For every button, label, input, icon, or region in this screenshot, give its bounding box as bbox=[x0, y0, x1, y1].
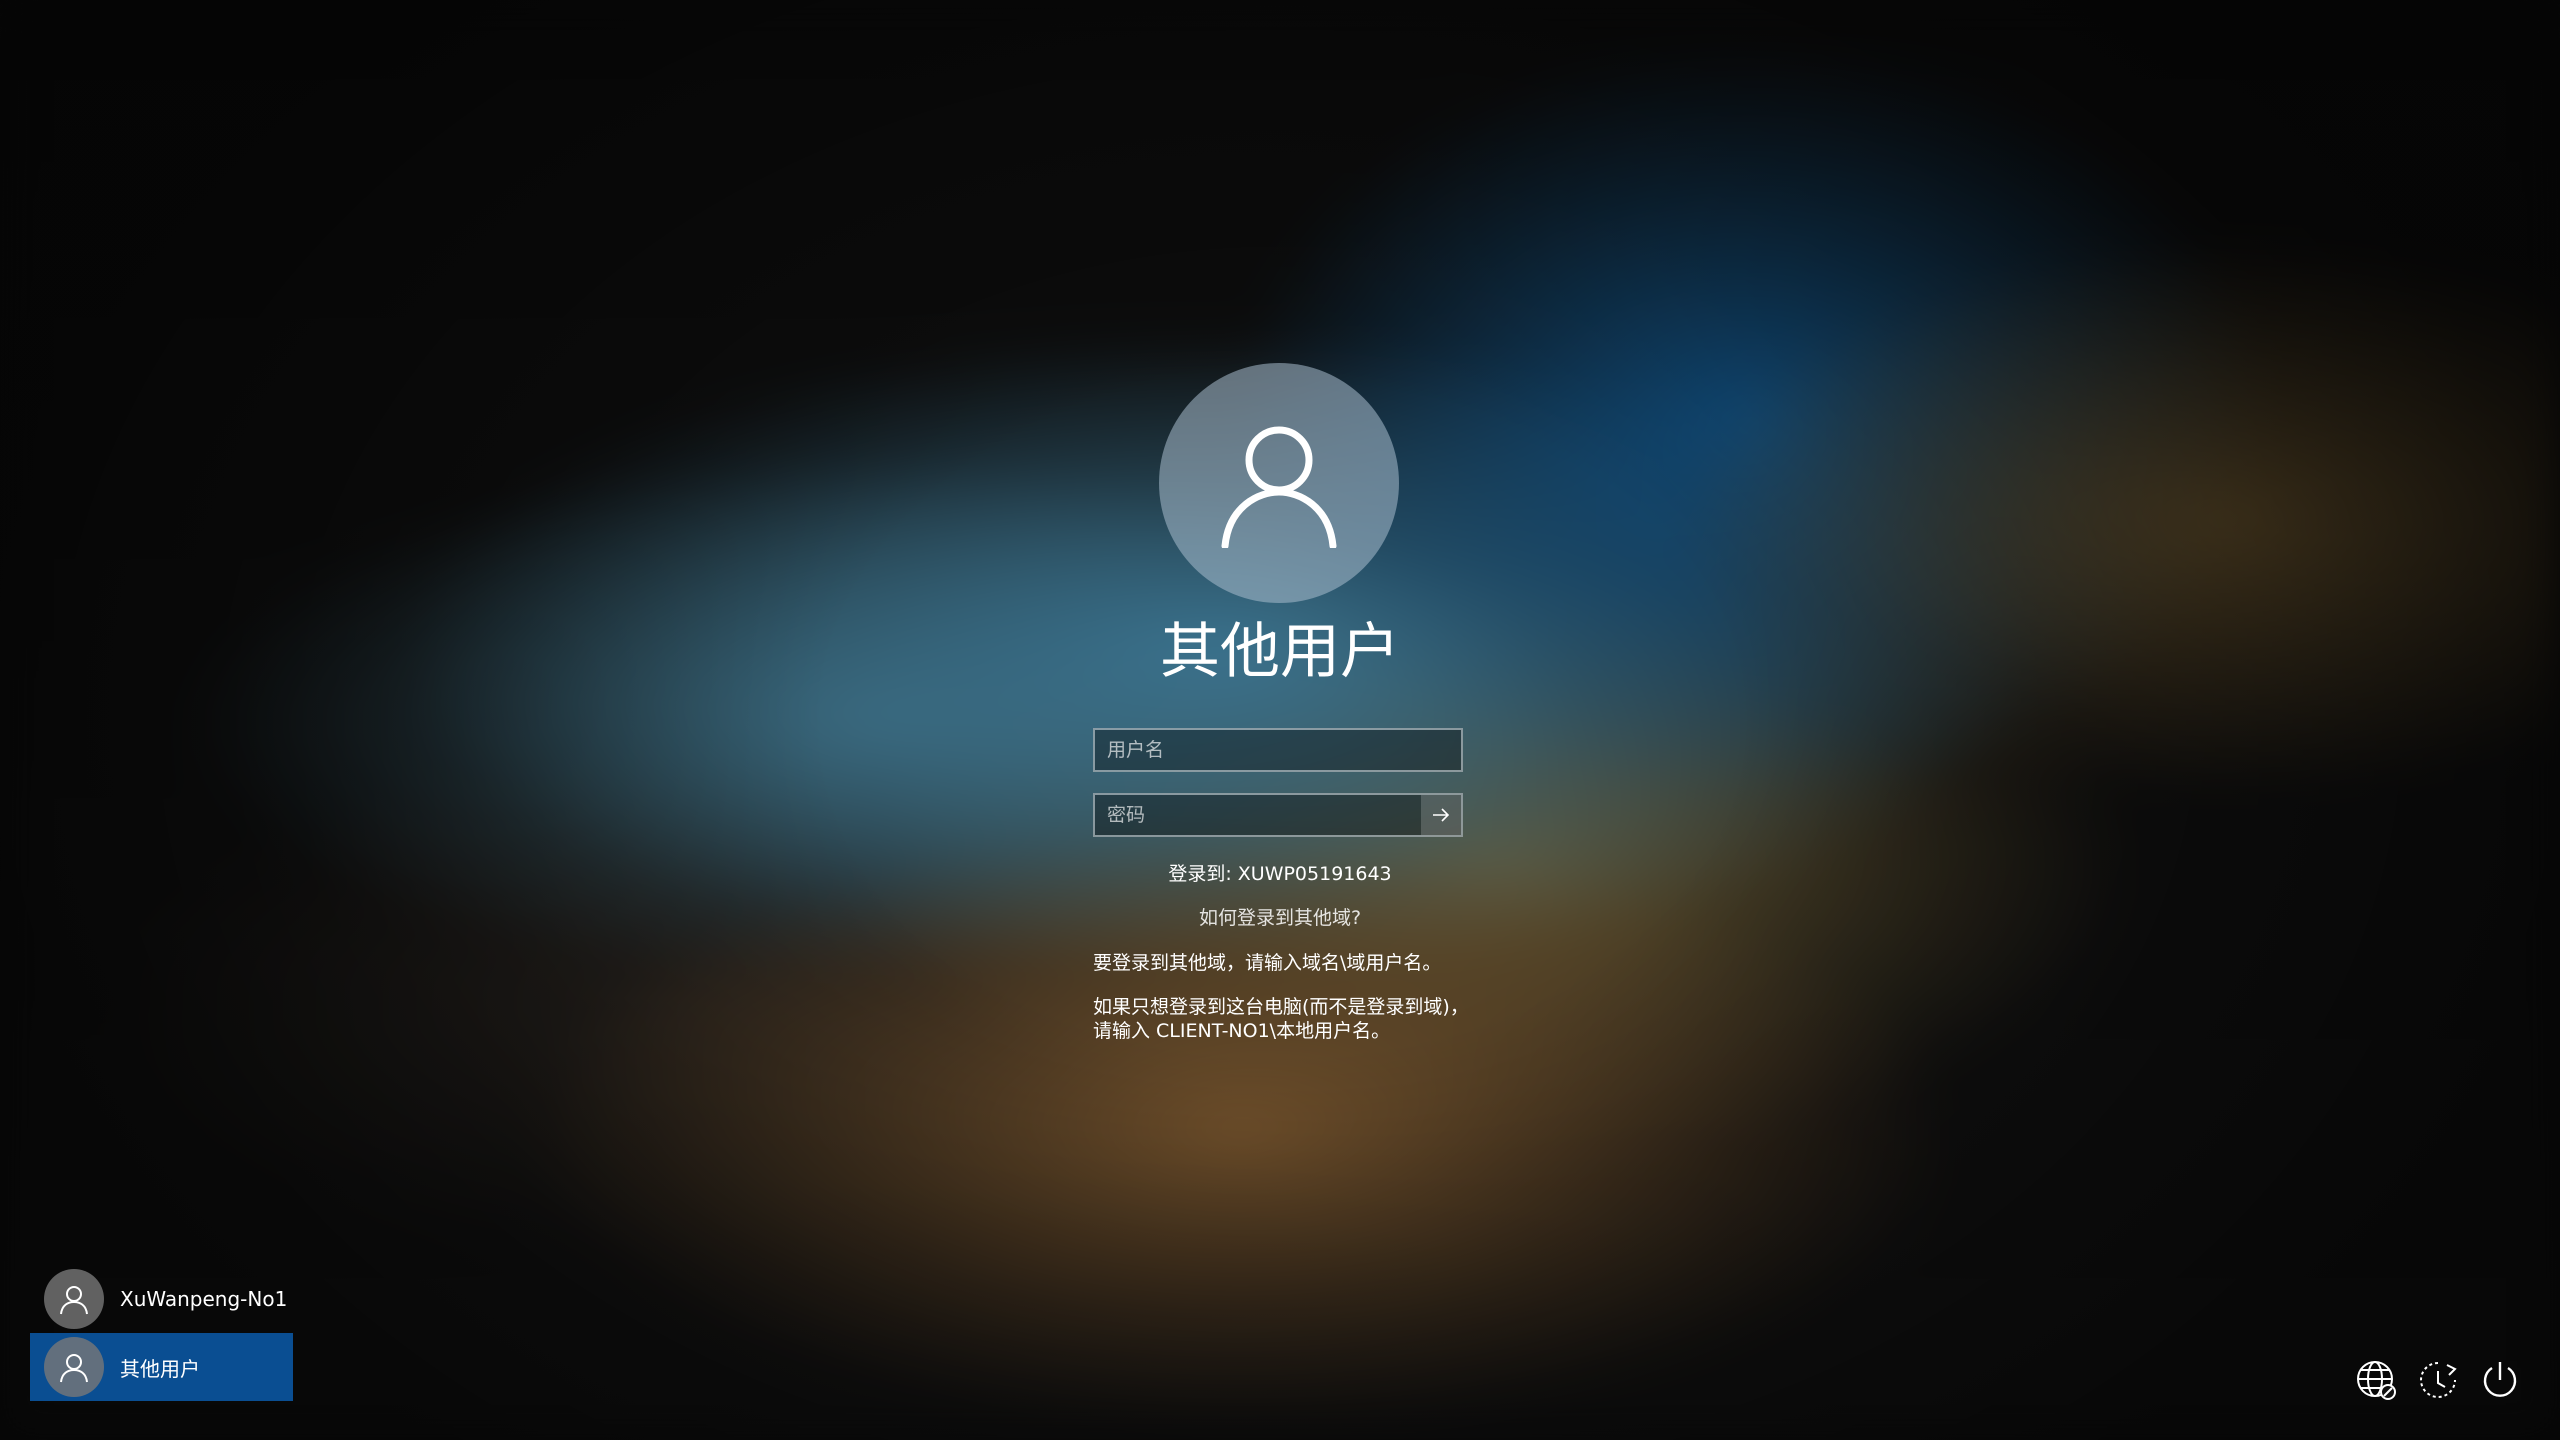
password-field-container bbox=[1093, 793, 1463, 837]
domain-info-text: 要登录到其他域，请输入域名\域用户名。 bbox=[1093, 952, 1442, 974]
avatar bbox=[44, 1337, 104, 1397]
user-icon bbox=[60, 1354, 88, 1383]
user-avatar-large bbox=[1159, 363, 1399, 603]
user-icon bbox=[1221, 426, 1337, 548]
local-info-text: 如果只想登录到这台电脑(而不是登录到域)， 请输入 CLIENT-NO1\本地用… bbox=[1093, 995, 1513, 1043]
background-vignette bbox=[0, 0, 2560, 1440]
power-icon bbox=[2483, 1362, 2517, 1397]
other-domain-help-link[interactable]: 如何登录到其他域? bbox=[1093, 903, 1467, 930]
username-field-container bbox=[1093, 728, 1463, 772]
user-switcher-list: XuWanpeng-No1 其他用户 bbox=[30, 1265, 293, 1401]
arrow-right-icon bbox=[1433, 808, 1450, 822]
local-info-line-1: 如果只想登录到这台电脑(而不是登录到域)， bbox=[1093, 996, 1469, 1018]
avatar bbox=[44, 1269, 104, 1329]
user-list-item-label: 其他用户 bbox=[120, 1356, 200, 1381]
user-list-item-label: XuWanpeng-No1 bbox=[120, 1287, 288, 1311]
power-button[interactable] bbox=[2478, 1358, 2522, 1402]
password-input[interactable] bbox=[1095, 795, 1421, 835]
ease-of-access-icon bbox=[2420, 1362, 2457, 1398]
sign-in-to-text: 登录到: XUWP05191643 bbox=[1168, 863, 1392, 885]
system-tray bbox=[2354, 1358, 2522, 1402]
submit-button[interactable] bbox=[1421, 795, 1461, 835]
user-list-item[interactable]: XuWanpeng-No1 bbox=[30, 1265, 293, 1333]
ease-of-access-button[interactable] bbox=[2416, 1358, 2460, 1402]
user-name-title: 其他用户 bbox=[1160, 617, 1400, 687]
network-icon bbox=[2357, 1361, 2396, 1400]
user-icon bbox=[60, 1286, 88, 1315]
user-list-item-selected[interactable]: 其他用户 bbox=[30, 1333, 293, 1401]
local-info-line-2: 请输入 CLIENT-NO1\本地用户名。 bbox=[1093, 1020, 1391, 1042]
network-button[interactable] bbox=[2354, 1358, 2398, 1402]
username-input[interactable] bbox=[1095, 730, 1461, 770]
